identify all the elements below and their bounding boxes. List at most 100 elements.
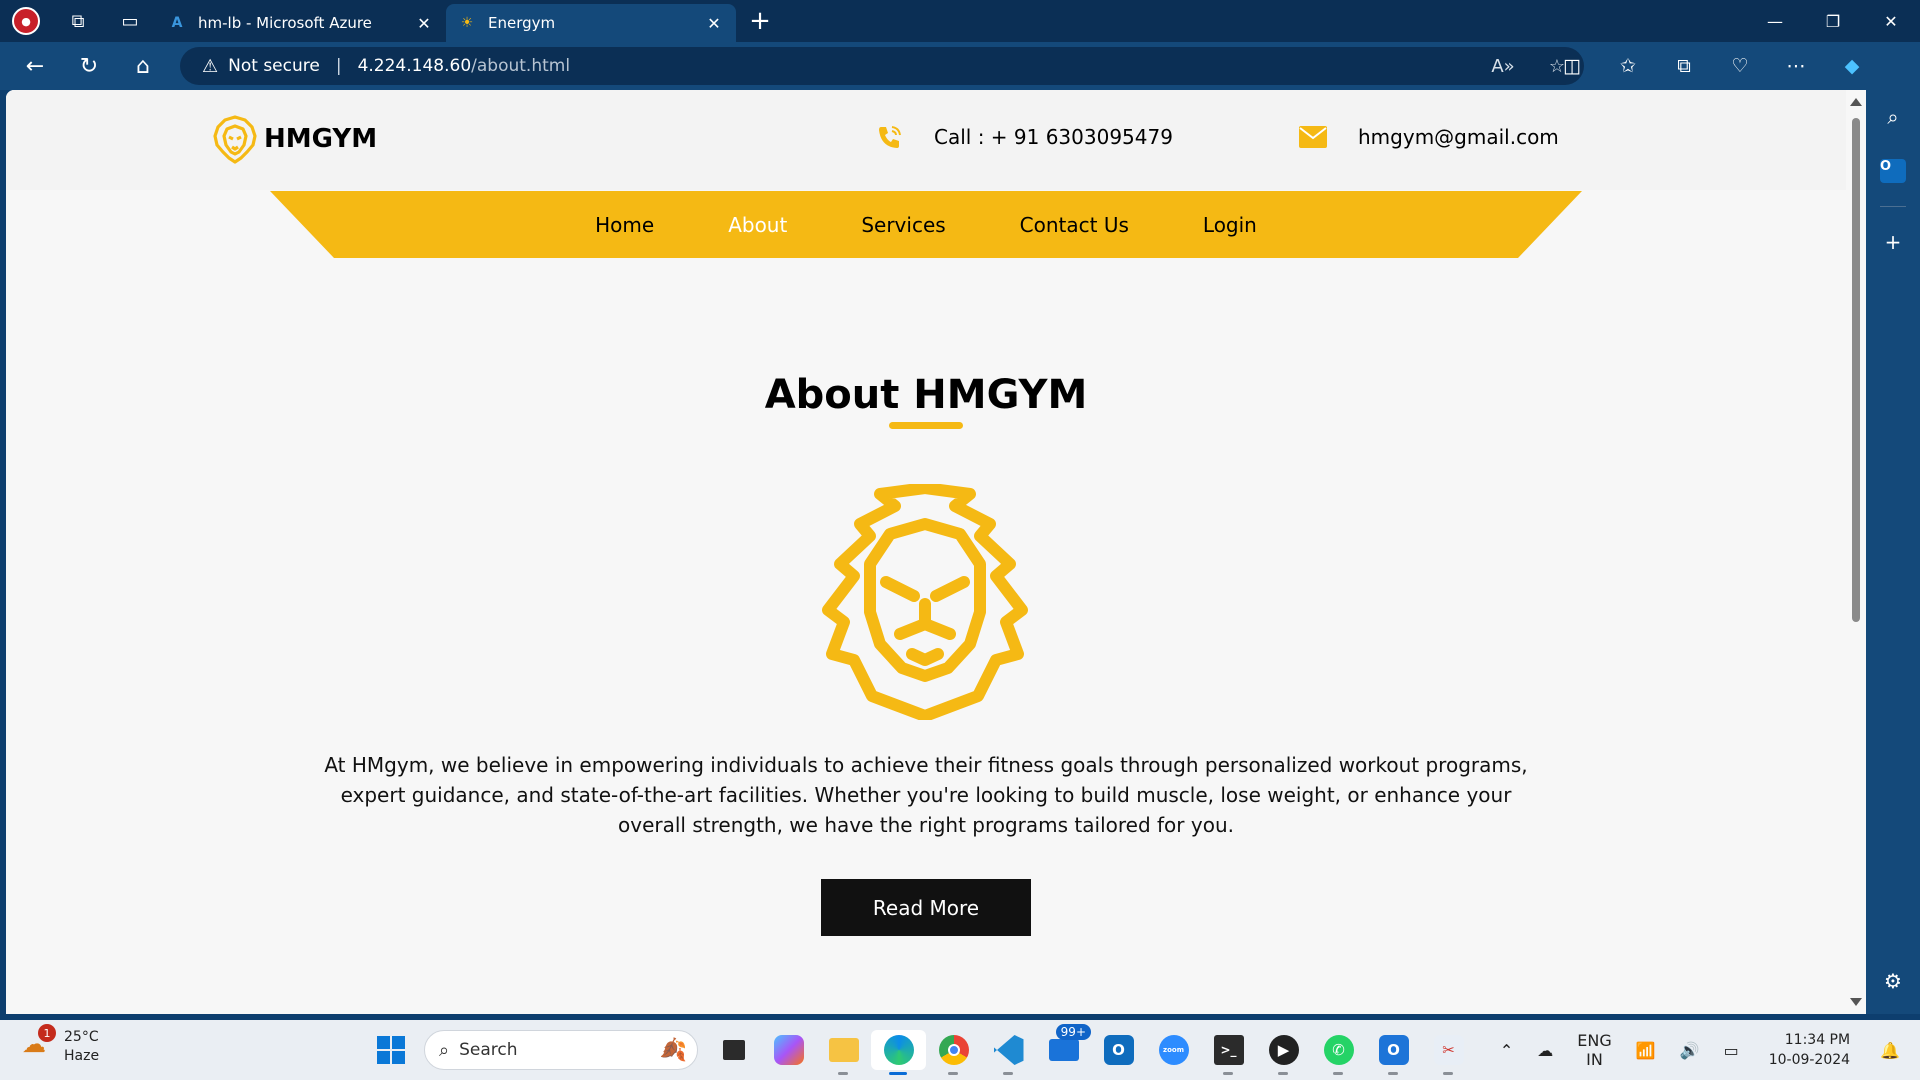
task-view-icon[interactable] <box>706 1030 761 1070</box>
restore-button[interactable]: ❐ <box>1804 0 1862 42</box>
sidebar-add-icon[interactable]: + <box>1866 215 1920 269</box>
tab-actions-icon[interactable]: ▭ <box>104 0 156 42</box>
profile-avatar-icon: ● <box>12 7 40 35</box>
tray-overflow-icon[interactable]: ⌃ <box>1500 1041 1513 1060</box>
clock-date: 10-09-2024 <box>1768 1052 1851 1068</box>
scroll-down-icon[interactable] <box>1850 998 1862 1006</box>
sidebar-divider <box>1880 206 1906 207</box>
zoom-icon[interactable]: zoom <box>1146 1030 1201 1070</box>
security-label: Not secure <box>228 56 320 76</box>
page-viewport: HMGYM Call : + 91 6303095479 hmgym@gmail… <box>6 90 1846 1014</box>
title-underline <box>889 422 963 429</box>
weather-widget[interactable]: ☁ 1 25°C Haze <box>22 1024 99 1066</box>
media-player-icon[interactable]: ▶ <box>1256 1030 1311 1075</box>
phone-contact[interactable]: Call : + 91 6303095479 <box>874 124 1173 150</box>
clock[interactable]: 11:34 PM 10-09-2024 <box>1769 1030 1850 1070</box>
url-host: 4.224.148.60 <box>357 56 472 76</box>
more-menu-icon[interactable]: ⋯ <box>1768 55 1824 77</box>
envelope-icon <box>1298 124 1328 150</box>
phone-label: Call : + 91 6303095479 <box>934 125 1173 149</box>
workspaces-icon[interactable]: ⧉ <box>52 0 104 42</box>
address-bar[interactable]: ⚠ Not secure | 4.224.148.60/about.html A… <box>180 47 1584 85</box>
nav-about[interactable]: About <box>728 213 787 237</box>
nav-home[interactable]: Home <box>595 213 654 237</box>
new-tab-button[interactable]: + <box>736 2 784 40</box>
refresh-button[interactable]: ↻ <box>62 42 116 90</box>
back-button[interactable]: ← <box>8 42 62 90</box>
home-button[interactable]: ⌂ <box>116 42 170 90</box>
sidebar-outlook-icon[interactable]: O <box>1866 144 1920 198</box>
file-explorer-icon[interactable] <box>816 1030 871 1075</box>
phone-icon <box>874 124 904 150</box>
wifi-icon[interactable]: 📶 <box>1636 1041 1656 1060</box>
email-label: hmgym@gmail.com <box>1358 125 1559 149</box>
lang-top: ENG <box>1577 1031 1612 1050</box>
browser-essentials-icon[interactable]: ♡ <box>1712 55 1768 77</box>
battery-icon[interactable]: ▭ <box>1724 1041 1739 1060</box>
tab-energym[interactable]: ☀ Energym ✕ <box>446 4 736 42</box>
lion-logo-icon <box>213 115 257 164</box>
collections-icon[interactable]: ⧉ <box>1656 55 1712 77</box>
scroll-up-icon[interactable] <box>1850 98 1862 106</box>
system-tray: ⌃ ☁ ENG IN 📶 🔊 ▭ 11:34 PM 10-09-2024 🔔 <box>1488 1020 1920 1080</box>
search-highlight-icon: 🍂 <box>659 1037 687 1063</box>
zoom-label: zoom <box>1158 1035 1189 1065</box>
tab-strip: ● ⧉ ▭ A hm-lb - Microsoft Azure ✕ ☀ Ener… <box>0 0 1920 42</box>
copilot-icon[interactable]: ◆ <box>1824 55 1880 77</box>
volume-icon[interactable]: 🔊 <box>1680 1041 1700 1060</box>
sidebar-search-icon[interactable]: ⌕ <box>1866 90 1920 144</box>
taskbar-search[interactable]: ⌕ Search 🍂 <box>424 1030 698 1070</box>
chrome-icon[interactable] <box>926 1030 981 1075</box>
main-nav: Home About Services Contact Us Login <box>6 191 1846 258</box>
sidebar-settings-icon[interactable]: ⚙ <box>1866 954 1920 1008</box>
weather-badge: 1 <box>38 1024 56 1042</box>
favorites-icon[interactable]: ✩ <box>1600 55 1656 77</box>
site-header: HMGYM Call : + 91 6303095479 hmgym@gmail… <box>6 90 1846 190</box>
site-logo[interactable]: HMGYM <box>212 114 377 164</box>
close-tab-icon[interactable]: ✕ <box>414 14 434 33</box>
profile-button[interactable]: ● <box>0 0 52 42</box>
terminal-icon[interactable]: >_ <box>1201 1030 1256 1075</box>
vscode-icon[interactable] <box>981 1030 1036 1075</box>
brand-name: HMGYM <box>264 124 378 154</box>
outlook-new-icon[interactable]: O <box>1366 1030 1421 1075</box>
split-screen-icon[interactable]: ◫ <box>1544 55 1600 77</box>
close-window-button[interactable]: ✕ <box>1862 0 1920 42</box>
tab-azure[interactable]: A hm-lb - Microsoft Azure ✕ <box>156 4 446 42</box>
weather-haze-icon: ☁ 1 <box>22 1024 56 1064</box>
address-separator: | <box>335 56 342 76</box>
edge-icon[interactable] <box>871 1030 926 1075</box>
mail-icon[interactable]: 99+ <box>1036 1024 1091 1070</box>
language-indicator[interactable]: ENG IN <box>1577 1031 1611 1069</box>
tab-title: Energym <box>488 14 556 32</box>
outlook-icon[interactable]: O <box>1091 1030 1146 1070</box>
read-aloud-icon[interactable]: A» <box>1476 56 1530 77</box>
about-title: About HMGYM <box>764 372 1088 418</box>
edge-sidebar: ⌕ O + ⚙ <box>1866 90 1920 1014</box>
lion-illustration-icon <box>822 484 1028 720</box>
page-scrollbar[interactable] <box>1846 90 1866 1014</box>
email-contact[interactable]: hmgym@gmail.com <box>1298 124 1559 150</box>
windows-taskbar: ☁ 1 25°C Haze ⌕ Search 🍂 99+ O zoom >_ ▶ … <box>0 1020 1920 1080</box>
snipping-tool-icon[interactable]: ✂ <box>1421 1030 1476 1075</box>
nav-contact-us[interactable]: Contact Us <box>1020 213 1129 237</box>
nav-login[interactable]: Login <box>1203 213 1257 237</box>
scroll-thumb[interactable] <box>1852 118 1860 622</box>
lion-icon: ☀ <box>460 15 474 31</box>
search-icon: ⌕ <box>439 1039 450 1061</box>
minimize-button[interactable]: — <box>1746 0 1804 42</box>
close-tab-icon[interactable]: ✕ <box>704 14 724 33</box>
read-more-button[interactable]: Read More <box>821 879 1031 936</box>
search-label: Search <box>459 1040 518 1060</box>
nav-services[interactable]: Services <box>861 213 945 237</box>
url-path: /about.html <box>471 56 571 76</box>
lang-bottom: IN <box>1586 1050 1603 1069</box>
azure-icon: A <box>171 15 183 31</box>
copilot-taskbar-icon[interactable] <box>761 1030 816 1070</box>
mail-badge: 99+ <box>1055 1024 1091 1040</box>
whatsapp-icon[interactable]: ✆ <box>1311 1030 1366 1075</box>
start-button[interactable] <box>377 1036 405 1064</box>
about-description: At HMgym, we believe in empowering indiv… <box>324 753 1528 837</box>
notification-bell-icon[interactable]: 🔔 <box>1880 1041 1900 1060</box>
onedrive-icon[interactable]: ☁ <box>1537 1041 1553 1060</box>
